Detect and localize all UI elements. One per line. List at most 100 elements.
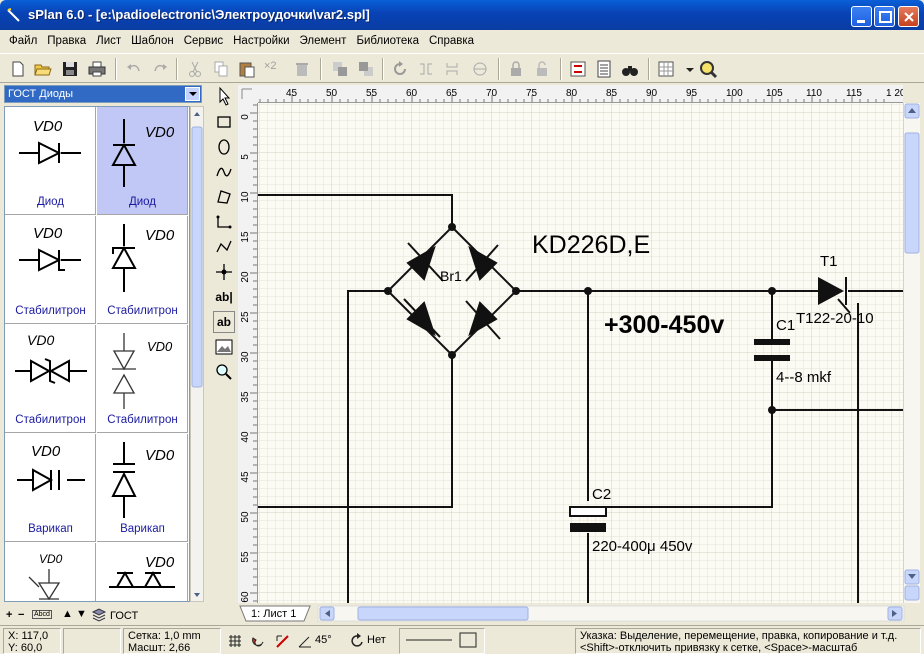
ellipse-tool[interactable] — [213, 136, 235, 158]
undo-button[interactable] — [124, 59, 144, 79]
rotation-snap-value[interactable]: Нет — [367, 634, 386, 646]
pointer-tool[interactable] — [213, 85, 235, 107]
renumber-button[interactable] — [568, 59, 588, 79]
drawing-canvas[interactable]: Br1 KD226D,E +300-450v C1 4--8 mkf C2 22… — [258, 103, 903, 603]
library-item-diode-v[interactable]: VD0 Диод — [97, 107, 188, 215]
ruler-v-label: 45 — [240, 471, 251, 483]
menu-element[interactable]: Элемент — [295, 30, 352, 52]
line-style-selector[interactable] — [399, 628, 485, 654]
library-add-button[interactable]: + — [6, 609, 12, 621]
duplicate-x2-button[interactable]: ×2 — [264, 60, 277, 72]
library-select-arrow[interactable] — [185, 87, 200, 101]
library-remove-button[interactable]: − — [18, 609, 24, 621]
menu-bar: Файл Правка Лист Шаблон Сервис Настройки… — [0, 30, 924, 52]
close-button[interactable] — [898, 6, 919, 27]
horizontal-ruler[interactable]: 45 50 55 60 65 70 75 80 85 90 95 100 105 110 115 1 20 — [258, 85, 903, 103]
junction-tool[interactable] — [213, 261, 235, 283]
ruler-h-label: 80 — [566, 88, 578, 99]
text-tool[interactable]: ab| — [213, 286, 235, 308]
angle-snap-value[interactable]: 45° — [315, 634, 332, 646]
parts-list-button[interactable] — [594, 59, 614, 79]
library-item-zener-bidir-v[interactable]: VD0 Стабилитрон — [97, 325, 188, 433]
menu-library[interactable]: Библиотека — [351, 30, 424, 52]
zoom-button[interactable] — [698, 59, 718, 79]
varicap-horizontal-symbol: VD0 — [17, 443, 85, 492]
textbox-tool[interactable]: ab — [213, 311, 235, 333]
library-item-diode-h[interactable]: VD0 Диод — [5, 107, 96, 215]
mirror-horizontal-button[interactable] — [416, 59, 436, 79]
cut-button[interactable] — [185, 59, 205, 79]
ruler-h-label: 85 — [606, 88, 618, 99]
menu-service[interactable]: Сервис — [179, 30, 228, 52]
library-item-zener-bidir-h[interactable]: VD0 Стабилитрон — [5, 325, 96, 433]
bezier-tool[interactable] — [213, 236, 235, 258]
ruler-v-label: 10 — [240, 191, 251, 203]
magnet-icon[interactable] — [249, 632, 267, 650]
print-button[interactable] — [87, 59, 107, 79]
rotate-icon — [394, 61, 406, 75]
curve-tool[interactable] — [213, 161, 235, 183]
rotate-button[interactable] — [390, 59, 410, 79]
menu-help[interactable]: Справка — [424, 30, 479, 52]
sheet-tab-1[interactable]: 1: Лист 1 — [251, 608, 296, 620]
menu-file[interactable]: Файл — [4, 30, 42, 52]
canvas-vertical-scrollbar[interactable] — [903, 103, 920, 603]
library-item-zener-h[interactable]: VD0 Стабилитрон — [5, 216, 96, 324]
library-select[interactable]: ГОСТ Диоды — [4, 85, 202, 103]
lock-button[interactable] — [506, 59, 526, 79]
grid-dropdown-button[interactable] — [680, 59, 700, 79]
library-rename-button[interactable]: Abcd — [32, 610, 52, 619]
menu-template[interactable]: Шаблон — [126, 30, 179, 52]
polygon-tool[interactable] — [213, 186, 235, 208]
zoom-icon — [700, 61, 718, 79]
grid-toggle-button[interactable] — [656, 59, 676, 79]
menu-sheet[interactable]: Лист — [91, 30, 126, 52]
status-hint-line-1: Указка: Выделение, перемещение, правка, … — [580, 630, 898, 642]
vertical-ruler[interactable]: 0 5 10 15 20 25 30 35 40 45 50 55 60 — [238, 103, 258, 603]
library-item-diode-bridge[interactable]: VD0 — [97, 543, 188, 601]
ruler-h-label: 65 — [446, 88, 458, 99]
find-button[interactable] — [620, 59, 640, 79]
send-to-back-button[interactable] — [356, 59, 376, 79]
mirror-vertical-button[interactable] — [442, 59, 462, 79]
open-file-button[interactable] — [33, 59, 53, 79]
redo-button[interactable] — [150, 59, 170, 79]
grid-snap-icon[interactable] — [226, 632, 244, 650]
library-item-varicap-h[interactable]: VD0 Варикап — [5, 434, 96, 542]
library-item-varicap-v[interactable]: VD0 Варикап — [97, 434, 188, 542]
save-button[interactable] — [60, 59, 80, 79]
paste-button[interactable] — [237, 59, 257, 79]
library-scrollbar[interactable] — [190, 106, 204, 602]
library-item-zener-v[interactable]: VD0 Стабилитрон — [97, 216, 188, 324]
image-tool[interactable] — [213, 336, 235, 358]
library-item-label: Варикап — [28, 523, 73, 535]
library-move-up-button[interactable]: ▲ — [62, 608, 73, 620]
bring-to-front-button[interactable] — [330, 59, 350, 79]
maximize-button[interactable] — [874, 6, 895, 27]
status-empty-panel — [63, 628, 121, 654]
symbol-designator: VD0 — [39, 552, 63, 566]
rectangle-tool[interactable] — [213, 111, 235, 133]
copy-button[interactable] — [211, 59, 231, 79]
rubberband-icon[interactable] — [274, 632, 292, 650]
library-item-photodiode[interactable]: VD0 — [5, 543, 96, 601]
minimize-button[interactable] — [851, 6, 872, 27]
line-tool[interactable] — [213, 211, 235, 233]
menu-settings[interactable]: Настройки — [228, 30, 294, 52]
library-item-label: Диод — [36, 196, 65, 208]
menu-edit[interactable]: Правка — [42, 30, 91, 52]
delete-button[interactable] — [292, 59, 312, 79]
library-name-label[interactable]: ГОСТ — [110, 610, 138, 622]
c1-value-label: 4--8 mkf — [776, 369, 832, 386]
zoom-scale: Масшт: 2,66 — [128, 642, 191, 654]
title-bar[interactable]: sPlan 6.0 - [e:\padioelectronic\Электроу… — [0, 0, 924, 30]
library-move-down-button[interactable]: ▼ — [76, 608, 87, 620]
redo-icon — [154, 64, 167, 72]
bezier-icon — [216, 240, 232, 253]
ruler-corner-icon — [241, 88, 252, 99]
new-file-button[interactable] — [8, 59, 28, 79]
junction-icon — [216, 264, 232, 280]
unlock-button[interactable] — [532, 59, 552, 79]
magnifier-tool[interactable] — [213, 361, 235, 383]
group-button[interactable] — [470, 59, 490, 79]
